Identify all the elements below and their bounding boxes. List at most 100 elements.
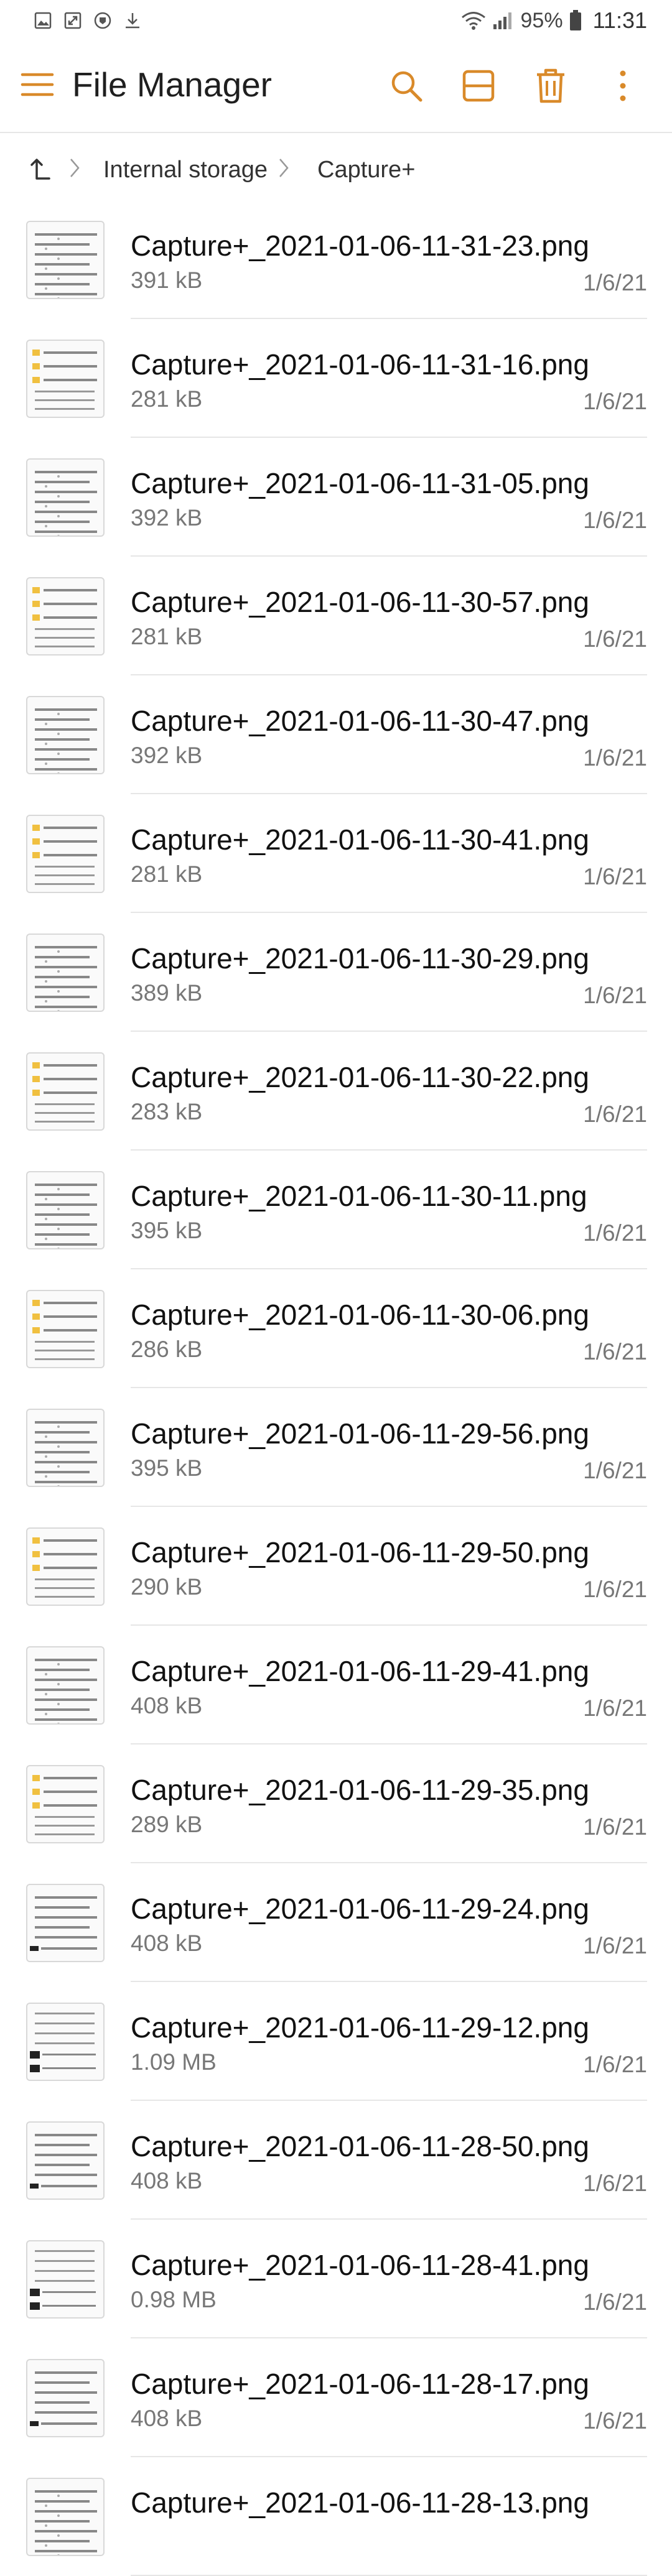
file-row[interactable]: Capture+_2021-01-06-11-31-16.png 281 kB 1/…: [0, 319, 672, 438]
breadcrumb-internal-storage[interactable]: Internal storage: [103, 157, 268, 183]
file-row[interactable]: Capture+_2021-01-06-11-30-29.png 389 kB 1/…: [0, 913, 672, 1032]
screenshot-icon: [63, 11, 82, 30]
file-size: 395 kB: [131, 1455, 203, 1481]
chevron-right-icon: [63, 154, 86, 182]
search-icon: [391, 71, 422, 102]
file-size: 0.98 MB: [131, 2287, 217, 2312]
file-row[interactable]: Capture+_2021-01-06-11-29-50.png 290 kB 1/…: [0, 1507, 672, 1626]
file-size: 286 kB: [131, 1337, 203, 1362]
app-title: File Manager: [72, 65, 272, 104]
file-row[interactable]: Capture+_2021-01-06-11-29-24.png 408 kB 1/…: [0, 1863, 672, 1982]
file-name: Capture+_2021-01-06-11-28-41.png: [131, 2249, 589, 2281]
file-size: 281 kB: [131, 624, 203, 649]
file-name: Capture+_2021-01-06-11-30-06.png: [131, 1299, 589, 1331]
file-row[interactable]: Capture+_2021-01-06-11-28-17.png 408 kB 1/…: [0, 2338, 672, 2457]
up-arrow-icon: [30, 159, 50, 180]
file-size: 281 kB: [131, 386, 203, 412]
file-row[interactable]: Capture+_2021-01-06-11-31-05.png 392 kB 1/…: [0, 438, 672, 557]
file-row[interactable]: Capture+_2021-01-06-11-31-23.png 391 kB 1/…: [0, 200, 672, 319]
trash-icon: [537, 68, 564, 103]
file-row[interactable]: Capture+_2021-01-06-11-29-56.png 395 kB 1/…: [0, 1388, 672, 1507]
file-row[interactable]: Capture+_2021-01-06-11-29-35.png 289 kB 1/…: [0, 1744, 672, 1863]
notification-icons: [34, 11, 142, 30]
file-row[interactable]: Capture+_2021-01-06-11-30-57.png 281 kB 1/…: [0, 557, 672, 675]
file-thumbnail: [26, 577, 105, 656]
image-icon: [34, 11, 52, 30]
file-row[interactable]: Capture+_2021-01-06-11-29-12.png 1.09 MB 1…: [0, 1982, 672, 2101]
breadcrumb-capture-folder[interactable]: Capture+: [317, 157, 415, 183]
file-row[interactable]: Capture+_2021-01-06-11-30-47.png 392 kB 1/…: [0, 675, 672, 794]
file-name: Capture+_2021-01-06-11-30-29.png: [131, 942, 589, 975]
file-date: 1/6/21: [583, 1101, 647, 1127]
file-row[interactable]: Capture+_2021-01-06-11-28-50.png 408 kB 1/…: [0, 2101, 672, 2220]
file-thumbnail: [26, 1527, 105, 1606]
file-name: Capture+_2021-01-06-11-30-22.png: [131, 1061, 589, 1093]
file-thumbnail: [26, 1409, 105, 1487]
status-bar: 95% 11:31: [0, 0, 672, 41]
file-date: 1/6/21: [583, 1577, 647, 1602]
layout-button[interactable]: [456, 63, 501, 108]
file-thumbnail: [26, 221, 105, 299]
file-size: 290 kB: [131, 1574, 203, 1600]
file-thumbnail: [26, 1884, 105, 1962]
file-row[interactable]: Capture+_2021-01-06-11-30-06.png 286 kB 1/…: [0, 1269, 672, 1388]
file-size: 389 kB: [131, 980, 203, 1006]
file-date: 1/6/21: [583, 270, 647, 295]
file-row[interactable]: Capture+_2021-01-06-11-30-22.png 283 kB 1/…: [0, 1032, 672, 1151]
file-name: Capture+_2021-01-06-11-29-56.png: [131, 1417, 589, 1450]
file-size: 391 kB: [131, 267, 203, 293]
file-date: 1/6/21: [583, 1220, 647, 1246]
file-thumbnail: [26, 1290, 105, 1368]
file-date: 1/6/21: [583, 1458, 647, 1483]
menu-button[interactable]: [19, 66, 56, 103]
download-icon: [123, 11, 142, 30]
file-row[interactable]: Capture+_2021-01-06-11-28-41.png 0.98 MB 1…: [0, 2220, 672, 2338]
breadcrumb: Internal storage Capture+: [0, 132, 672, 200]
file-size: 408 kB: [131, 1693, 203, 1718]
file-row[interactable]: Capture+_2021-01-06-11-29-41.png 408 kB 1/…: [0, 1626, 672, 1744]
file-name: Capture+_2021-01-06-11-28-13.png: [131, 2486, 589, 2519]
file-name: Capture+_2021-01-06-11-30-47.png: [131, 705, 589, 737]
file-thumbnail: [26, 2240, 105, 2319]
file-row[interactable]: Capture+_2021-01-06-11-28-13.png: [0, 2457, 672, 2576]
file-thumbnail: [26, 815, 105, 893]
file-date: 1/6/21: [583, 1339, 647, 1364]
file-date: 1/6/21: [583, 2289, 647, 2315]
more-options-button[interactable]: [600, 63, 645, 108]
file-name: Capture+_2021-01-06-11-29-35.png: [131, 1774, 589, 1806]
delete-button[interactable]: [528, 63, 573, 108]
file-date: 1/6/21: [583, 2171, 647, 2196]
file-name: Capture+_2021-01-06-11-29-24.png: [131, 1893, 589, 1925]
file-thumbnail: [26, 1171, 105, 1249]
layout-icon: [462, 70, 495, 102]
file-size: 1.09 MB: [131, 2049, 217, 2075]
file-thumbnail: [26, 934, 105, 1012]
file-name: Capture+_2021-01-06-11-29-41.png: [131, 1655, 589, 1687]
file-name: Capture+_2021-01-06-11-29-50.png: [131, 1536, 589, 1568]
file-thumbnail: [26, 340, 105, 418]
file-thumbnail: [26, 2121, 105, 2200]
vpn-icon: [93, 11, 112, 30]
file-date: 1/6/21: [583, 983, 647, 1008]
file-thumbnail: [26, 1052, 105, 1131]
file-date: 1/6/21: [583, 507, 647, 533]
battery-percent: 95%: [520, 8, 563, 32]
up-directory-button[interactable]: [25, 153, 56, 184]
chevron-right-icon: [273, 154, 295, 182]
file-size: 392 kB: [131, 505, 203, 530]
more-icon: [620, 70, 626, 101]
file-name: Capture+_2021-01-06-11-28-17.png: [131, 2368, 589, 2400]
file-date: 1/6/21: [583, 626, 647, 652]
search-button[interactable]: [384, 63, 429, 108]
file-name: Capture+_2021-01-06-11-30-11.png: [131, 1180, 587, 1212]
file-date: 1/6/21: [583, 2408, 647, 2434]
file-size: 408 kB: [131, 2406, 203, 2431]
file-thumbnail: [26, 2478, 105, 2556]
file-size: 395 kB: [131, 1218, 203, 1243]
file-thumbnail: [26, 1646, 105, 1725]
signal-icon: [492, 11, 515, 30]
file-row[interactable]: Capture+_2021-01-06-11-30-41.png 281 kB 1/…: [0, 794, 672, 913]
file-date: 1/6/21: [583, 1933, 647, 1958]
file-name: Capture+_2021-01-06-11-31-16.png: [131, 348, 589, 381]
file-row[interactable]: Capture+_2021-01-06-11-30-11.png 395 kB 1/…: [0, 1151, 672, 1269]
